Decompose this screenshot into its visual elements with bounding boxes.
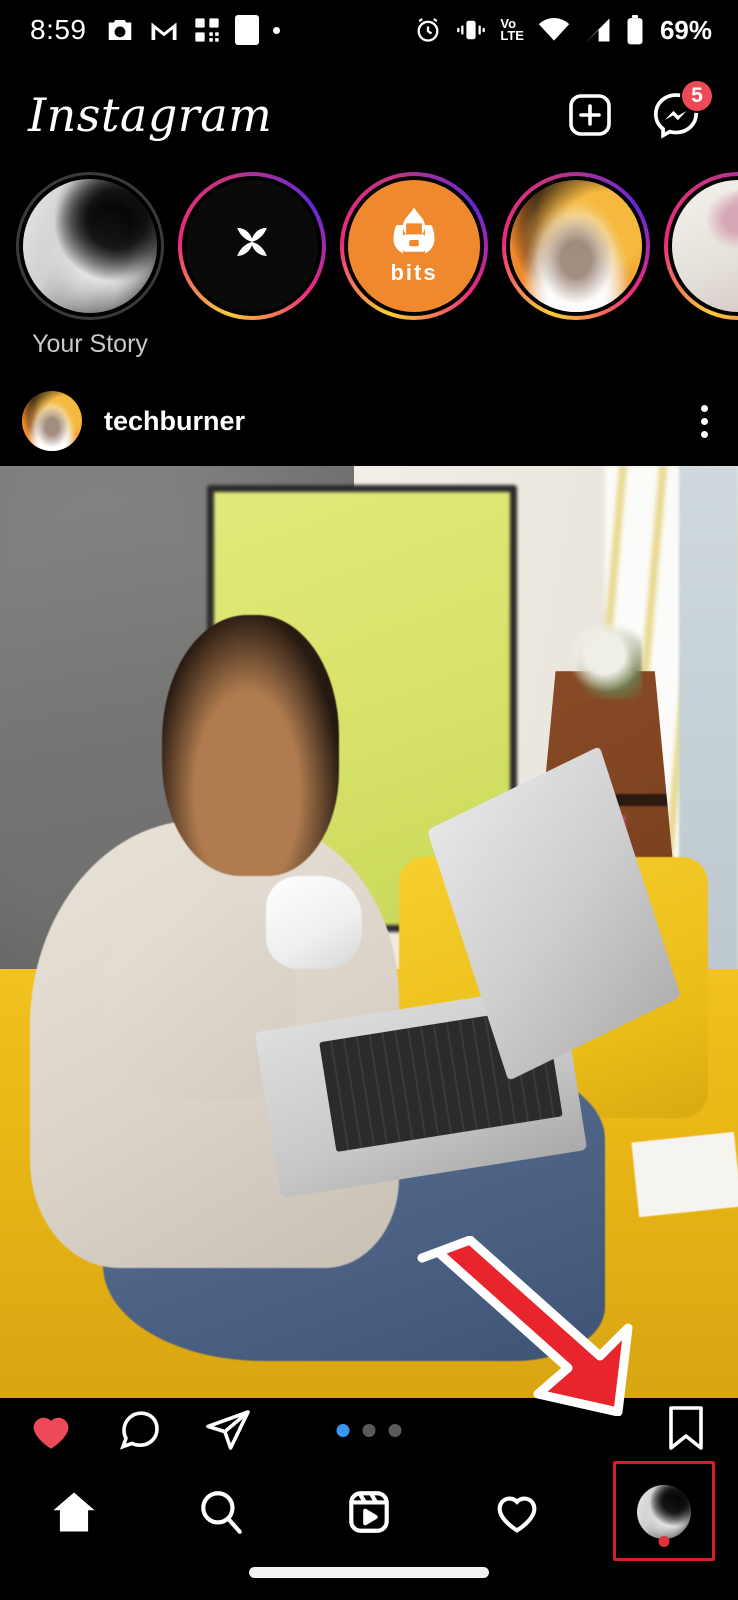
home-indicator[interactable] (249, 1567, 489, 1578)
stories-tray[interactable]: Your Story bits (0, 172, 738, 372)
vibrate-icon (457, 20, 486, 40)
instagram-header: Instagram 5 (0, 60, 738, 170)
messenger-button[interactable]: 5 (650, 79, 714, 141)
photo-head (162, 615, 340, 877)
story-ring-inner (506, 176, 646, 316)
dot (701, 417, 708, 425)
avatar (23, 179, 157, 313)
alarm-icon (417, 18, 439, 42)
header-actions: 5 (564, 79, 714, 141)
story-item-3[interactable] (500, 172, 652, 330)
share-button[interactable] (204, 1406, 252, 1454)
signal-icon (586, 18, 610, 42)
story-ring: bits (340, 172, 488, 320)
bottom-navigation-bar (0, 1461, 738, 1562)
nav-item-search[interactable] (166, 1467, 276, 1557)
nav-item-profile[interactable] (609, 1461, 719, 1561)
story-ring (502, 172, 650, 320)
post-more-options-button[interactable] (701, 404, 708, 438)
like-button[interactable] (26, 1405, 76, 1455)
heart-icon (497, 1496, 536, 1533)
profile-avatar (637, 1485, 692, 1539)
battery-percent-label: 69% (659, 14, 712, 45)
nav-item-home[interactable] (19, 1467, 129, 1557)
home-icon (53, 1492, 95, 1532)
post-author-username[interactable]: techburner (104, 406, 245, 437)
story-ring (16, 172, 164, 320)
story-ring-inner: bits (344, 176, 484, 316)
flame-icon (393, 207, 435, 254)
carousel-page-indicator (336, 1423, 402, 1437)
qr-scanner-icon (194, 18, 219, 42)
avatar (672, 180, 738, 312)
bits-label: bits (390, 260, 438, 285)
status-bar-system-icons: Vo LTE 69% (414, 15, 712, 46)
gmail-icon (151, 22, 176, 40)
story-ring-inner (19, 175, 161, 317)
story-item-4[interactable] (662, 172, 738, 330)
messenger-badge: 5 (680, 79, 714, 113)
status-bar-notification-icons (105, 15, 280, 45)
story-item-1[interactable] (176, 172, 328, 330)
carousel-dot (388, 1423, 402, 1437)
avatar: bits (348, 180, 480, 312)
status-bar-clock: 8:59 (30, 14, 87, 45)
brand-logo-icon (237, 227, 267, 256)
story-label: Your Story (32, 330, 148, 358)
reels-icon (349, 1491, 389, 1533)
photo-coffee-cup (265, 876, 362, 970)
story-ring (178, 172, 326, 320)
photo-plant (568, 624, 643, 699)
post-header: techburner (0, 376, 738, 466)
carousel-dot (362, 1423, 376, 1437)
story-ring-inner (182, 176, 322, 316)
camera-icon (108, 20, 131, 40)
annotation-arrow-icon (417, 1236, 633, 1416)
battery-icon (627, 15, 643, 45)
photo-paper (631, 1131, 738, 1217)
nav-item-activity[interactable] (462, 1467, 572, 1557)
add-post-button[interactable] (564, 89, 616, 141)
plus-square-icon (569, 94, 611, 136)
status-bar: 8:59 Vo LTE 69% (0, 0, 738, 60)
phone-screen: 8:59 Vo LTE 69% Instagram 5 Your Story b… (0, 0, 738, 1600)
story-ring (664, 172, 738, 320)
volte-icon: Vo LTE (500, 16, 524, 43)
post-action-group-left (26, 1405, 252, 1455)
dot (701, 404, 708, 412)
nav-item-reels[interactable] (314, 1467, 424, 1557)
dot (701, 430, 708, 438)
white-square-icon (234, 15, 259, 45)
story-item-bits[interactable]: bits (338, 172, 490, 330)
avatar (510, 180, 642, 312)
avatar (186, 180, 318, 312)
post-author-avatar[interactable] (22, 391, 82, 451)
save-button[interactable] (664, 1404, 708, 1452)
profile-notification-dot (658, 1536, 670, 1547)
instagram-logo[interactable]: Instagram (28, 88, 272, 142)
comment-button[interactable] (116, 1406, 164, 1454)
carousel-dot-active (336, 1423, 350, 1437)
story-item-your-story[interactable]: Your Story (14, 172, 166, 359)
small-dot-icon (272, 26, 280, 34)
post-action-group-right (664, 1404, 708, 1457)
story-ring-inner (668, 176, 738, 316)
wifi-icon (538, 18, 570, 41)
search-icon (201, 1491, 243, 1534)
post-action-bar (0, 1398, 738, 1462)
